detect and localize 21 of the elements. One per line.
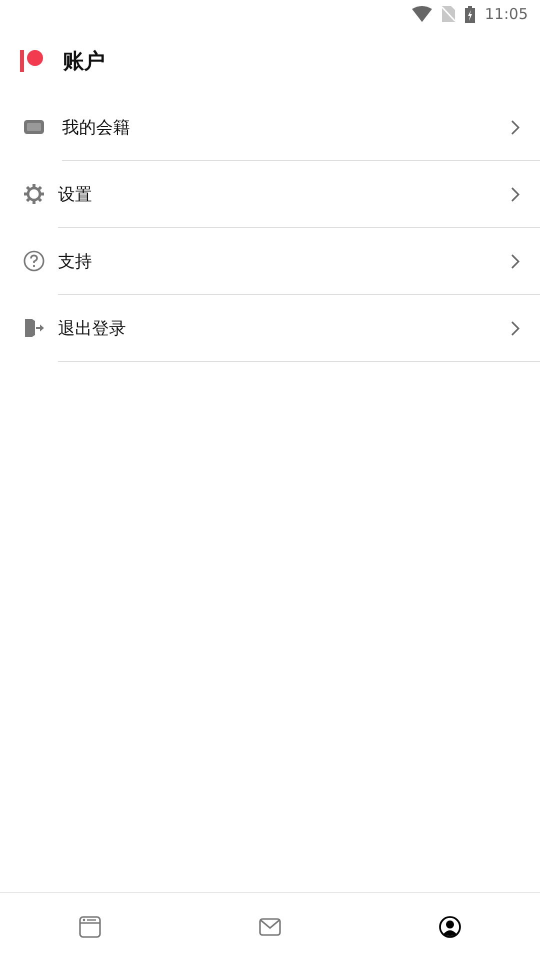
chevron-right-icon: [511, 320, 520, 336]
card-icon: [23, 119, 45, 135]
profile-icon[interactable]: [439, 916, 461, 938]
battery-icon: [464, 6, 475, 22]
wifi-icon: [412, 6, 432, 22]
chevron-right-icon: [511, 254, 520, 268]
menu-item[interactable]: 支持: [0, 228, 540, 294]
browser-icon[interactable]: [79, 916, 101, 938]
chevron-right-icon: [511, 186, 520, 202]
help-icon: [23, 250, 45, 272]
chevron-right-icon: [511, 120, 520, 134]
exit-door-icon: [23, 318, 45, 338]
no-sim-icon: [442, 6, 455, 22]
menu-item[interactable]: 我的会籍: [0, 94, 540, 160]
logo-icon: [20, 50, 43, 72]
menu-item[interactable]: 退出登录: [0, 295, 540, 361]
page-title: 账户: [63, 48, 105, 75]
mail-icon[interactable]: [259, 918, 281, 936]
settings-icon: [23, 183, 45, 205]
menu-item[interactable]: 设置: [0, 161, 540, 227]
clock-time: 11:05: [484, 5, 528, 23]
